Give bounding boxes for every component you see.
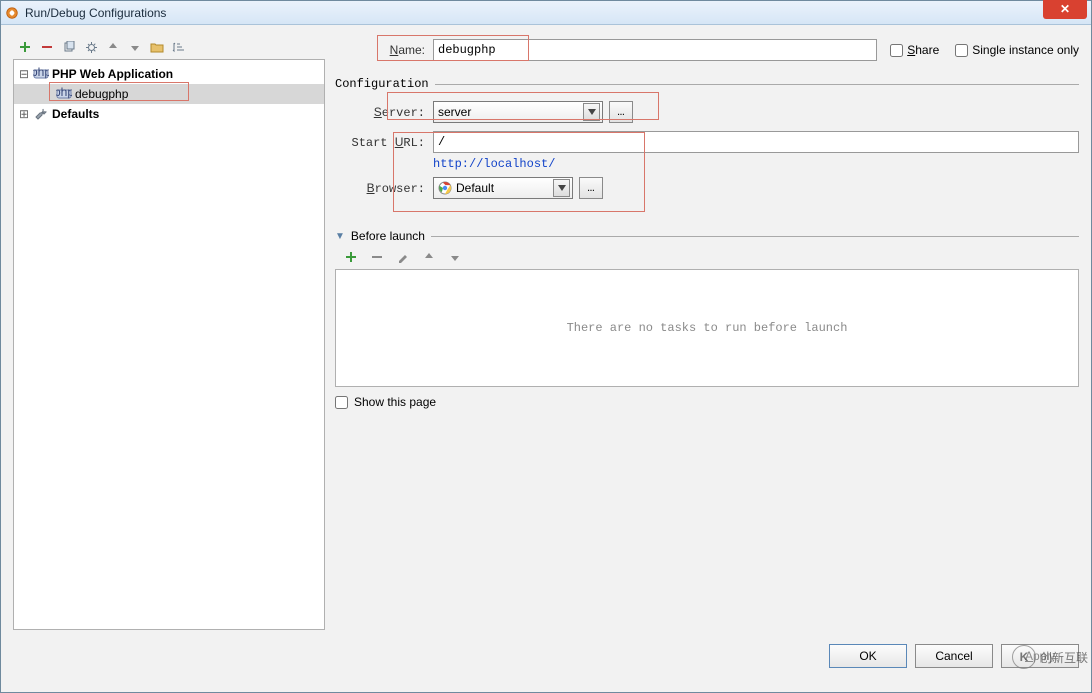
server-label: Server: [335,105,433,120]
dialog-body: ⊟ php PHP Web Application php debugphp ⊞… [1,25,1091,692]
close-button[interactable]: ✕ [1043,0,1087,19]
task-down-icon[interactable] [447,249,463,265]
name-input[interactable] [433,39,877,61]
configuration-label: Configuration [335,77,429,91]
settings-icon[interactable] [83,39,99,55]
show-page-label: Show this page [354,395,436,409]
wrench-icon [33,107,49,121]
before-launch-toolbar [335,243,1079,267]
tree-label: debugphp [75,87,128,101]
show-this-page-row[interactable]: Show this page [335,395,1079,409]
resolved-url: http://localhost/ [433,157,555,171]
configuration-section: Configuration [335,77,1079,91]
browser-value: Default [456,181,494,195]
right-panel: Name: Share Single instance only Configu… [335,35,1079,630]
add-icon[interactable] [17,39,33,55]
start-url-label: Start URL: [335,135,433,150]
tree-label: PHP Web Application [52,67,173,81]
left-panel: ⊟ php PHP Web Application php debugphp ⊞… [13,35,325,630]
config-tree[interactable]: ⊟ php PHP Web Application php debugphp ⊞… [13,59,325,630]
browser-browse-button[interactable]: … [579,177,603,199]
copy-icon[interactable] [61,39,77,55]
dropdown-icon[interactable] [583,103,600,121]
cancel-button[interactable]: Cancel [915,644,993,668]
titlebar: Run/Debug Configurations ✕ [1,1,1091,25]
tasks-placeholder: There are no tasks to run before launch [567,321,848,335]
task-add-icon[interactable] [343,249,359,265]
before-launch-section[interactable]: ▼ Before launch [335,229,1079,243]
collapse-triangle-icon[interactable]: ▼ [335,231,345,242]
watermark-icon: K [1012,645,1036,669]
folder-icon[interactable] [149,39,165,55]
server-combo[interactable]: server [433,101,603,123]
watermark-text: 创新互联 [1040,649,1088,666]
browser-label: Browser: [335,181,433,196]
tree-toolbar [13,35,325,59]
tree-node-debugphp[interactable]: php debugphp [14,84,324,104]
browser-combo[interactable]: Default [433,177,573,199]
sort-icon[interactable] [171,39,187,55]
app-icon [5,6,19,20]
before-launch-list[interactable]: There are no tasks to run before launch [335,269,1079,387]
start-url-input[interactable] [433,131,1079,153]
server-browse-button[interactable]: … [609,101,633,123]
share-checkbox[interactable]: Share [890,43,939,57]
svg-text:php: php [33,67,49,79]
name-row: Name: Share Single instance only [335,39,1079,61]
watermark: K 创新互联 [1012,645,1088,669]
task-edit-icon[interactable] [395,249,411,265]
show-page-checkbox[interactable] [335,396,348,409]
tree-node-php-web-app[interactable]: ⊟ php PHP Web Application [14,64,324,84]
task-remove-icon[interactable] [369,249,385,265]
collapse-icon[interactable]: ⊟ [18,67,30,81]
tree-label: Defaults [52,107,99,121]
down-icon[interactable] [127,39,143,55]
close-icon: ✕ [1060,2,1070,16]
expand-icon[interactable]: ⊞ [18,107,30,121]
dropdown-icon[interactable] [553,179,570,197]
chrome-icon [438,181,452,195]
task-up-icon[interactable] [421,249,437,265]
window-title: Run/Debug Configurations [25,6,166,20]
php-config-icon: php [56,87,72,101]
dialog-buttons: OK Cancel Apply [13,644,1079,668]
ok-button[interactable]: OK [829,644,907,668]
single-instance-checkbox[interactable]: Single instance only [955,43,1079,57]
dialog-window: Run/Debug Configurations ✕ ⊟ [0,0,1092,693]
name-label: Name: [335,43,433,58]
svg-text:php: php [56,87,72,99]
server-value: server [438,105,471,119]
up-icon[interactable] [105,39,121,55]
remove-icon[interactable] [39,39,55,55]
tree-node-defaults[interactable]: ⊞ Defaults [14,104,324,124]
before-launch-label: Before launch [351,229,425,243]
php-icon: php [33,67,49,81]
